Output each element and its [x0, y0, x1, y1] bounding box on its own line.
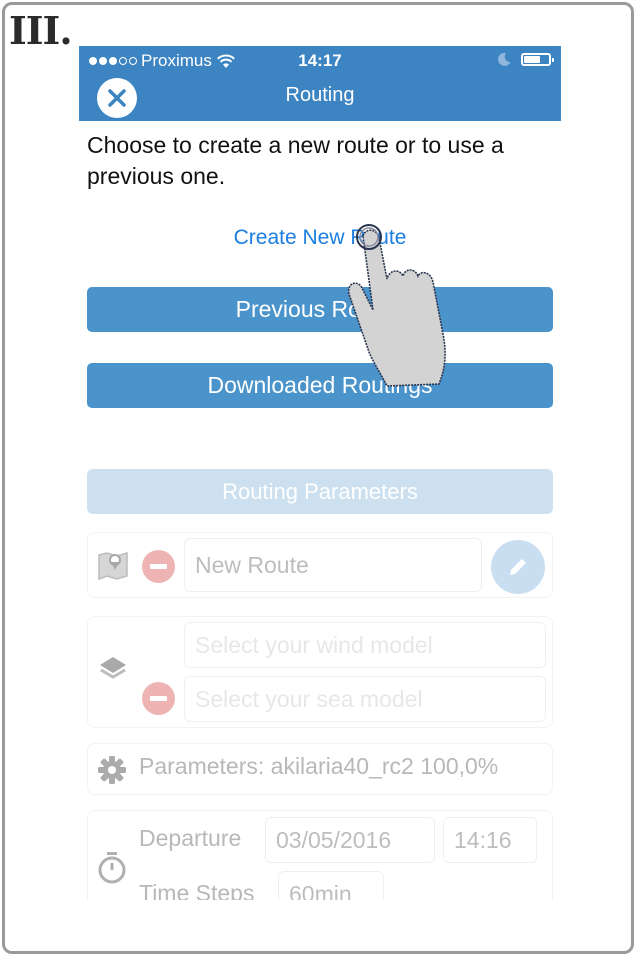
battery-icon — [521, 52, 554, 66]
nav-title: Routing — [285, 84, 355, 106]
time-steps-label: Time Steps — [139, 880, 255, 900]
parameters-text: Parameters: akilaria40_rc2 100,0% — [139, 753, 499, 779]
moon-icon — [498, 52, 511, 66]
edit-route-button[interactable] — [491, 540, 545, 594]
map-pin-icon — [98, 551, 128, 580]
pencil-icon — [510, 559, 526, 575]
downloaded-routings-button[interactable]: Downloaded Routings — [87, 363, 553, 408]
nav-bar: Routing — [79, 76, 561, 121]
time-steps-input[interactable]: 60min — [278, 871, 384, 900]
remove-route-button[interactable] — [142, 550, 175, 583]
previous-routes-button[interactable]: Previous Routes — [87, 287, 553, 332]
models-card: Select your wind model Select your sea m… — [87, 616, 553, 728]
departure-label: Departure — [139, 825, 242, 851]
routing-parameters-header: Routing Parameters — [87, 469, 553, 514]
wind-model-select[interactable]: Select your wind model — [184, 622, 546, 668]
departure-card: Departure 03/05/2016 14:16 Time Steps 60… — [87, 810, 553, 900]
layers-icon — [100, 657, 126, 679]
step-label: III. — [9, 8, 73, 53]
intro-text: Choose to create a new route or to use a… — [87, 132, 504, 189]
gear-icon — [98, 756, 126, 784]
status-time: 14:17 — [298, 51, 342, 70]
departure-time-input[interactable]: 14:16 — [443, 817, 537, 863]
create-new-route-link[interactable]: Create New Route — [79, 226, 561, 250]
sea-model-select[interactable]: Select your sea model — [184, 676, 546, 722]
departure-date-input[interactable]: 03/05/2016 — [265, 817, 435, 863]
tap-hand-icon — [347, 224, 446, 387]
parameters-card[interactable]: Parameters: akilaria40_rc2 100,0% — [87, 743, 553, 795]
phone-screen: Proximus 14:17 Routing Choose to create … — [79, 46, 561, 900]
stopwatch-icon — [98, 852, 126, 884]
remove-model-button[interactable] — [142, 682, 175, 715]
status-right — [497, 52, 554, 66]
route-name-input[interactable]: New Route — [184, 538, 482, 592]
status-bar: Proximus 14:17 — [79, 46, 561, 76]
route-name-card: New Route — [87, 532, 553, 598]
